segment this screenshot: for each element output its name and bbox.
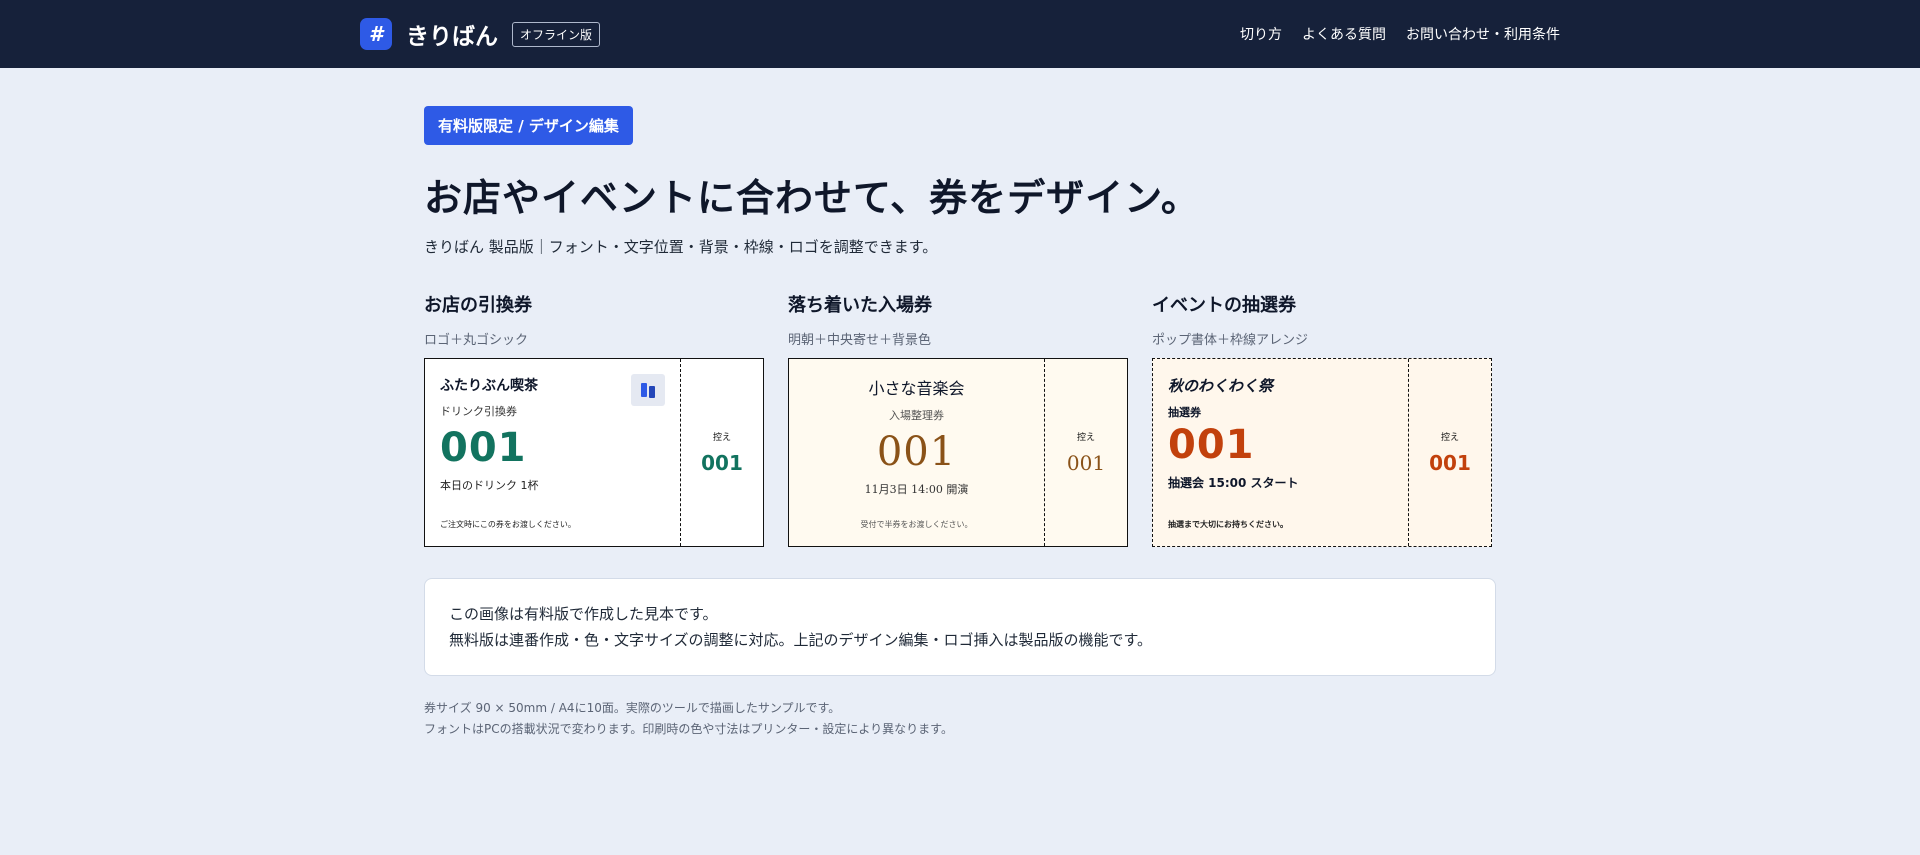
sample-admission-ticket: 落ち着いた入場券 明朝＋中央寄せ＋背景色 小さな音楽会 入場整理券 001 11… (788, 291, 1128, 547)
stub-number: 001 (1066, 451, 1106, 475)
nav-link-faq[interactable]: よくある質問 (1302, 24, 1386, 44)
nav-link-how-to-cut[interactable]: 切り方 (1240, 24, 1282, 44)
ticket-preview: 秋のわくわく祭 抽選券 001 抽選会 15:00 スタート 抽選まで大切にお持… (1152, 358, 1492, 547)
nav-link-contact-terms[interactable]: お問い合わせ・利用条件 (1406, 24, 1560, 44)
stub-number: 001 (1429, 451, 1471, 475)
brand-name: きりばん (406, 24, 498, 50)
sample-subtitle: 明朝＋中央寄せ＋背景色 (788, 333, 932, 348)
sample-shop-voucher: お店の引換券 ロゴ＋丸ゴシック ふたりぶん喫茶 ドリンク引換券 001 本日のド… (424, 291, 764, 547)
ticket-preview: 小さな音楽会 入場整理券 001 11月3日 14:00 開演 受付で半券をお渡… (788, 358, 1128, 547)
sample-title: 落ち着いた入場券 (788, 295, 932, 316)
ticket-kind: 入場整理券 (889, 409, 944, 422)
header-inner: # きりばん オフライン版 切り方 よくある質問 お問い合わせ・利用条件 (360, 17, 1560, 51)
stub-label: 控え (1440, 433, 1459, 443)
sample-title: イベントの抽選券 (1152, 295, 1296, 316)
ticket-note: 抽選まで大切にお持ちください。 (1168, 520, 1288, 529)
info-card: この画像は有料版で作成した見本です。 無料版は連番作成・色・文字サイズの調整に対… (424, 578, 1496, 676)
ticket-number: 001 (440, 425, 527, 471)
stub-label: 控え (712, 433, 731, 443)
ticket-stub: 控え 001 (1409, 359, 1491, 546)
ticket-body: 小さな音楽会 入場整理券 001 11月3日 14:00 開演 受付で半券をお渡… (789, 359, 1045, 546)
ticket-body: 秋のわくわく祭 抽選券 001 抽選会 15:00 スタート 抽選まで大切にお持… (1153, 359, 1409, 546)
offline-badge: オフライン版 (512, 21, 601, 47)
ticket-description: 本日のドリンク 1杯 (440, 479, 539, 492)
main-nav: 切り方 よくある質問 お問い合わせ・利用条件 (1240, 24, 1560, 44)
stub-number: 001 (701, 451, 743, 475)
page-subtitle: きりばん 製品版｜フォント・文字位置・背景・枠線・ロゴを調整できます。 (424, 238, 938, 256)
shop-logo-icon (631, 374, 665, 406)
sample-list: お店の引換券 ロゴ＋丸ゴシック ふたりぶん喫茶 ドリンク引換券 001 本日のド… (424, 291, 1496, 547)
ticket-description: 11月3日 14:00 開演 (864, 483, 969, 496)
ticket-number: 001 (1168, 422, 1255, 468)
footnote-line-1: 券サイズ 90 × 50mm / A4に10面。実際のツールで描画したサンプルで… (424, 701, 841, 715)
ticket-preview: ふたりぶん喫茶 ドリンク引換券 001 本日のドリンク 1杯 ご注文時にこの券を… (424, 358, 764, 547)
ticket-stub: 控え 001 (681, 359, 763, 546)
ticket-note: 受付で半券をお渡しください。 (860, 520, 973, 529)
sample-subtitle: ポップ書体＋枠線アレンジ (1152, 333, 1309, 348)
main-content: 有料版限定 / デザイン編集 お店やイベントに合わせて、券をデザイン。 きりばん… (424, 68, 1496, 740)
ticket-stub: 控え 001 (1045, 359, 1127, 546)
page-title: お店やイベントに合わせて、券をデザイン。 (424, 176, 1200, 220)
paid-edition-badge: 有料版限定 / デザイン編集 (424, 106, 633, 145)
ticket-note: ご注文時にこの券をお渡しください。 (440, 520, 576, 529)
footnote: 券サイズ 90 × 50mm / A4に10面。実際のツールで描画したサンプルで… (424, 698, 1496, 740)
info-line-2: 無料版は連番作成・色・文字サイズの調整に対応。上記のデザイン編集・ロゴ挿入は製品… (449, 631, 1153, 649)
brand[interactable]: # きりばん オフライン版 (360, 17, 601, 51)
ticket-body: ふたりぶん喫茶 ドリンク引換券 001 本日のドリンク 1杯 ご注文時にこの券を… (425, 359, 681, 546)
hash-logo-icon: # (360, 18, 392, 50)
ticket-kind: 抽選券 (1168, 406, 1201, 419)
stub-label: 控え (1076, 433, 1095, 443)
footnote-line-2: フォントはPCの搭載状況で変わります。印刷時の色や寸法はプリンター・設定により異… (424, 722, 953, 736)
sample-subtitle: ロゴ＋丸ゴシック (424, 333, 529, 348)
info-line-1: この画像は有料版で作成した見本です。 (449, 605, 718, 623)
sample-title: お店の引換券 (424, 295, 532, 316)
ticket-event-name: 秋のわくわく祭 (1168, 377, 1274, 395)
sample-lottery-ticket: イベントの抽選券 ポップ書体＋枠線アレンジ 秋のわくわく祭 抽選券 001 抽選… (1152, 291, 1492, 547)
top-header: # きりばん オフライン版 切り方 よくある質問 お問い合わせ・利用条件 (0, 0, 1920, 68)
ticket-number: 001 (876, 429, 957, 475)
ticket-event-name: 小さな音楽会 (868, 379, 965, 398)
ticket-description: 抽選会 15:00 スタート (1168, 476, 1299, 490)
